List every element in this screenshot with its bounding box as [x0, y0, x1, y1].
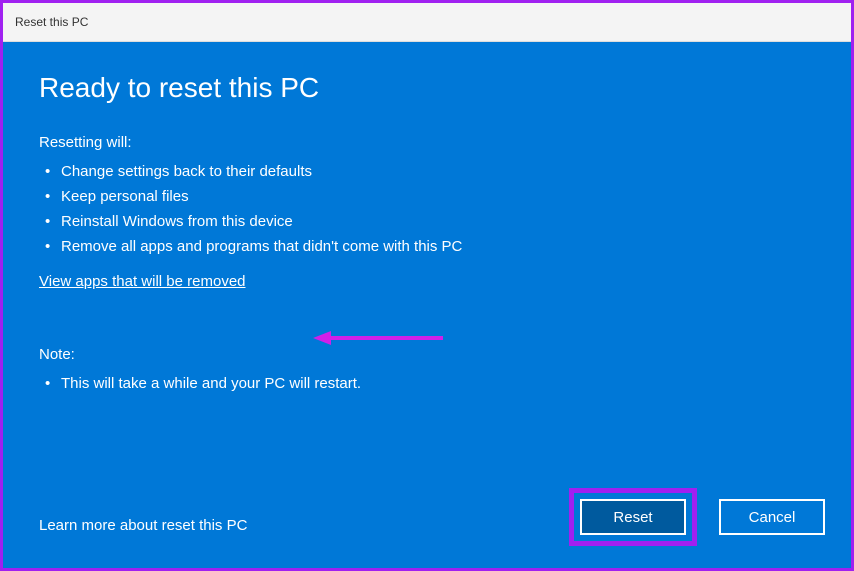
note-section: Note: This will take a while and your PC… [39, 346, 815, 396]
reset-highlight-box: Reset [569, 488, 697, 546]
dialog-frame: Reset this PC Ready to reset this PC Res… [0, 0, 854, 571]
window-title: Reset this PC [15, 15, 88, 29]
reset-button[interactable]: Reset [580, 499, 686, 535]
note-label: Note: [39, 346, 815, 363]
list-item: Remove all apps and programs that didn't… [39, 234, 815, 259]
list-item: This will take a while and your PC will … [39, 371, 815, 396]
list-item: Keep personal files [39, 184, 815, 209]
title-bar: Reset this PC [3, 3, 851, 42]
view-apps-link[interactable]: View apps that will be removed [39, 273, 246, 290]
cancel-button[interactable]: Cancel [719, 499, 825, 535]
note-list: This will take a while and your PC will … [39, 371, 815, 396]
list-item: Change settings back to their defaults [39, 159, 815, 184]
arrow-annotation-icon [313, 328, 443, 348]
learn-more-link[interactable]: Learn more about reset this PC [39, 517, 247, 534]
list-item: Reinstall Windows from this device [39, 209, 815, 234]
button-row: Reset Cancel [569, 488, 825, 546]
page-title: Ready to reset this PC [39, 72, 815, 104]
resetting-list: Change settings back to their defaults K… [39, 159, 815, 259]
resetting-label: Resetting will: [39, 134, 815, 151]
content-area: Ready to reset this PC Resetting will: C… [3, 42, 851, 568]
